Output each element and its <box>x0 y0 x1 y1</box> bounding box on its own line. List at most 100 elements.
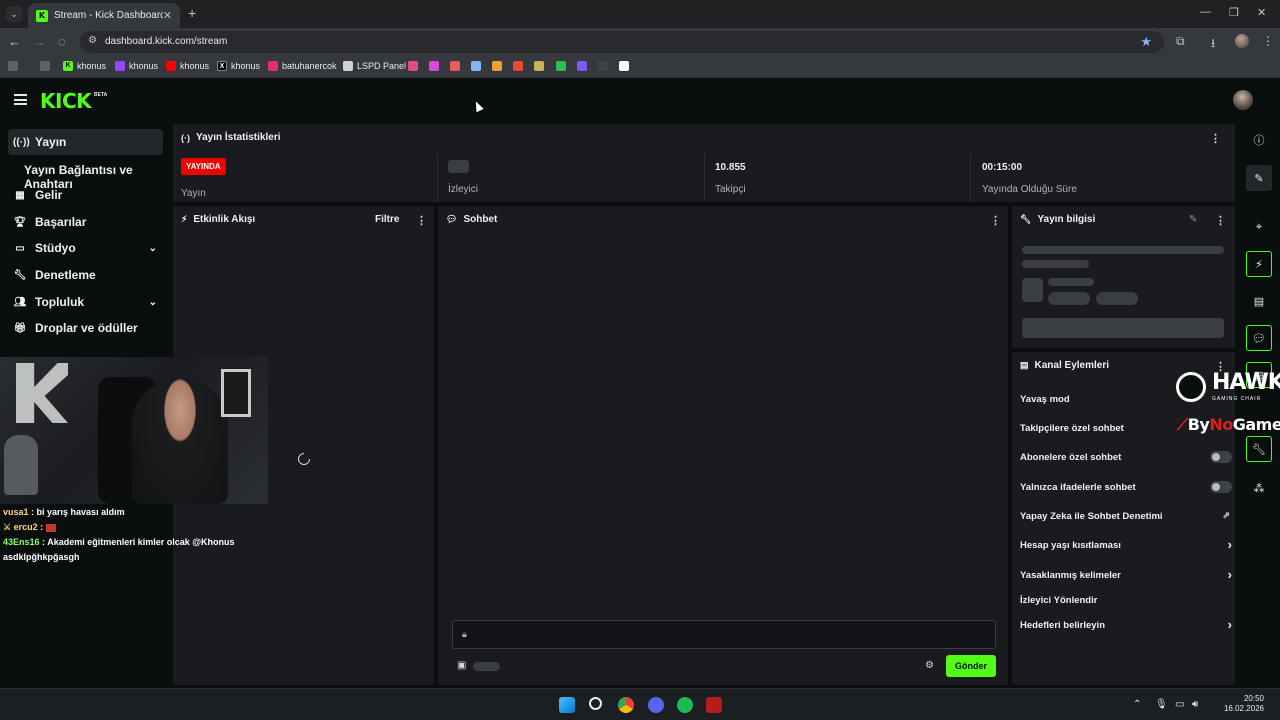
activity-menu-icon[interactable]: ⋮ <box>416 214 427 227</box>
streamer <box>132 379 228 504</box>
edit-pencil-icon[interactable]: ✎ <box>1246 165 1272 191</box>
subscribers-only-toggle[interactable] <box>1210 451 1232 463</box>
tab-search-icon[interactable]: ⌄ <box>6 6 22 22</box>
skeleton-thumb <box>1022 278 1043 302</box>
user-avatar[interactable] <box>1233 90 1253 110</box>
hawk-sponsor-sub: GAMING CHAIR <box>1212 396 1262 402</box>
spotify-icon[interactable] <box>677 697 693 713</box>
action-set-goals[interactable]: Hedefleri belirleyin › <box>1020 617 1232 632</box>
bookmark-twitch[interactable]: khonus <box>115 61 158 71</box>
search-icon[interactable] <box>589 697 602 710</box>
forward-icon[interactable]: → <box>33 34 46 49</box>
action-redirect-viewers[interactable]: İzleyici Yönlendir <box>1020 595 1232 606</box>
sidebar-item-yayin[interactable]: ((·)) Yayın <box>8 129 163 155</box>
sidebar-item-topluluk[interactable]: 👥︎ Topluluk ⌄ <box>8 289 163 315</box>
action-account-age[interactable]: Hesap yaşı kısıtlaması › <box>1020 537 1232 552</box>
broadcast-icon: ((·)) <box>13 136 30 148</box>
filter-button[interactable]: Filtre <box>375 214 399 225</box>
channel-actions-panel: ▤ Kanal Eylemleri ⋮ Yavaş mod Takipçiler… <box>1012 352 1235 685</box>
browser-menu-icon[interactable]: ⋮ <box>1262 34 1274 48</box>
bookmark-star-icon[interactable]: ★ <box>1140 34 1152 50</box>
stats-menu-icon[interactable]: ⋮ <box>1210 132 1221 145</box>
sidebar-item-gelir[interactable]: ▦ Gelir <box>8 182 163 208</box>
tray-chevron-up-icon[interactable]: ⌃ <box>1133 699 1141 710</box>
volume-icon[interactable]: 🔊︎ <box>1192 699 1198 710</box>
bookmark-icon-2[interactable] <box>429 61 439 71</box>
bookmark-icon-11[interactable] <box>619 61 629 71</box>
app-icon[interactable] <box>706 697 722 713</box>
bookmark-icon-9[interactable] <box>577 61 587 71</box>
new-tab-button[interactable]: + <box>188 5 196 21</box>
followers-value: 10.855 <box>715 162 746 173</box>
download-icon[interactable]: ⭳ <box>1211 34 1215 55</box>
bookmark-icon-4[interactable] <box>471 61 481 71</box>
bookmark-icon-10[interactable] <box>598 61 608 71</box>
maximize-icon[interactable]: ❐ <box>1229 6 1239 19</box>
edit-pencil-icon[interactable]: ✎ <box>1189 214 1197 225</box>
info-icon[interactable]: ⓘ <box>1246 127 1272 153</box>
site-info-icon[interactable]: ⚙ <box>88 35 97 46</box>
action-banned-words[interactable]: Yasaklanmış kelimeler › <box>1020 567 1232 582</box>
discord-icon[interactable] <box>648 697 664 713</box>
system-clock[interactable]: 20:50 16.02.2026 <box>1212 694 1264 714</box>
wrench-icon[interactable]: 🔧︎ <box>1246 436 1272 462</box>
chevron-down-icon: ⌄ <box>148 296 157 308</box>
microphone-icon[interactable]: 🎙︎ <box>1155 699 1168 710</box>
url-text: dashboard.kick.com/stream <box>105 36 228 47</box>
notes-icon[interactable]: ▤ <box>1246 288 1272 314</box>
action-emotes-only[interactable]: Yalnızca ifadelerle sohbet <box>1020 481 1232 493</box>
network-icon[interactable]: ▭ <box>1175 699 1184 710</box>
sidebar-item-droplar[interactable]: 🎁︎ Droplar ve ödüller <box>8 315 163 341</box>
bookmark-x[interactable]: Xkhonus <box>217 61 260 71</box>
store-icon[interactable]: ▣ <box>457 660 466 671</box>
chat-bubble-icon[interactable]: 💬︎ <box>1246 325 1272 351</box>
loading-spinner-icon[interactable]: ◌ <box>58 34 66 49</box>
chat-menu-icon[interactable]: ⋮ <box>990 214 1001 227</box>
bookmark-icon-6[interactable] <box>513 61 523 71</box>
skeleton-line <box>1022 260 1089 268</box>
emotes-only-toggle[interactable] <box>1210 481 1232 493</box>
bookmark-kick[interactable]: Kkhonus <box>63 61 106 71</box>
viewers-skeleton <box>448 160 469 173</box>
uptime-value: 00:15:00 <box>982 162 1023 173</box>
app-topbar: KICK BETA <box>0 79 1280 122</box>
bookmark-lspd[interactable]: LSPD Panel <box>343 61 406 71</box>
bookmark-icon-7[interactable] <box>534 61 544 71</box>
bookmark-instagram[interactable]: batuhanercok <box>268 61 337 71</box>
hamburger-menu-icon[interactable] <box>14 94 27 105</box>
sidebar-item-basarilar[interactable]: 🏆︎ Başarılar <box>8 209 163 235</box>
action-subscribers-only[interactable]: Abonelere özel sohbet <box>1020 451 1232 463</box>
bookmark-icon-1[interactable] <box>408 61 418 71</box>
sidebar-item-studyo[interactable]: ▭ Stüdyo ⌄ <box>8 235 163 261</box>
chat-input[interactable]: 🔒︎ <box>452 620 996 649</box>
send-button[interactable]: Gönder <box>946 655 996 677</box>
action-ai-moderation[interactable]: Yapay Zeka ile Sohbet Denetimi ⇗ <box>1020 510 1232 522</box>
overlay-chat-line: ⚔︎ ercu2 : <box>3 522 56 533</box>
bookmark-icon-3[interactable] <box>450 61 460 71</box>
community-icon[interactable]: ⁂ <box>1246 475 1272 501</box>
uptime-label: Yayında Olduğu Süre <box>982 184 1077 195</box>
beta-badge: BETA <box>94 92 108 98</box>
tab-close-icon[interactable]: ✕ <box>163 9 172 22</box>
viewers-label: İzleyici <box>448 184 479 195</box>
browser-tab-active[interactable]: K Stream - Kick Dashboard ✕ <box>28 3 180 28</box>
browser-profile-avatar[interactable] <box>1235 34 1249 48</box>
apps-grid-icon[interactable] <box>8 61 22 71</box>
close-window-icon[interactable]: ✕ <box>1257 6 1266 19</box>
back-icon[interactable]: ← <box>8 34 21 49</box>
bookmark-icon-5[interactable] <box>492 61 502 71</box>
lightning-icon[interactable]: ⚡︎ <box>1246 251 1272 277</box>
bookmark-icon-8[interactable] <box>556 61 566 71</box>
stream-info-menu-icon[interactable]: ⋮ <box>1215 214 1226 227</box>
folder-icon[interactable] <box>40 61 54 71</box>
kick-logo[interactable]: KICK <box>40 89 92 113</box>
chrome-icon[interactable] <box>618 697 634 713</box>
settings-gear-icon[interactable]: ⚙ <box>925 660 934 671</box>
focus-icon[interactable]: ⌖ <box>1246 214 1272 240</box>
extensions-icon[interactable]: ⧉ <box>1176 34 1185 49</box>
windows-start-icon[interactable] <box>559 697 575 713</box>
minimize-icon[interactable]: — <box>1200 6 1211 18</box>
bookmark-youtube[interactable]: khonus <box>166 61 209 71</box>
address-bar[interactable]: ⚙ dashboard.kick.com/stream ★ <box>80 31 1164 53</box>
sidebar-item-denetleme[interactable]: 🔧︎ Denetleme <box>8 262 163 288</box>
